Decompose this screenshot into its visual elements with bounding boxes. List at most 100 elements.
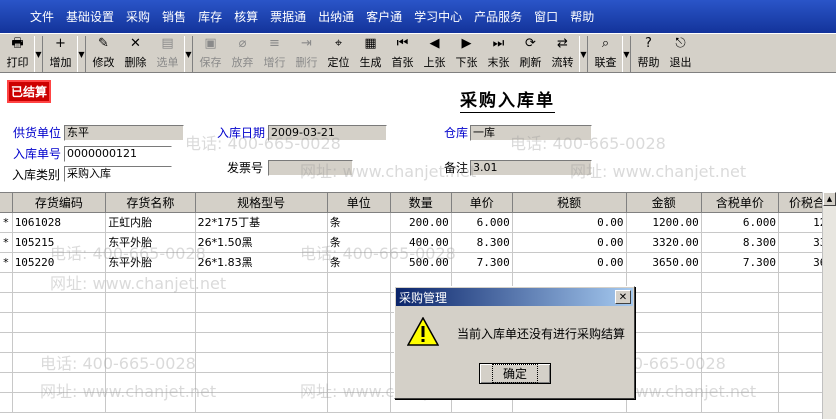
grid-cell-price[interactable]: 7.300 — [451, 252, 513, 273]
grid-cell-unit[interactable]: 条 — [327, 212, 391, 233]
grid-cell-empty[interactable] — [626, 332, 702, 353]
grid-cell-name[interactable]: 东平外胎 — [105, 252, 196, 273]
column-header[interactable]: 含税单价 — [701, 193, 780, 213]
grid-cell-empty[interactable] — [626, 392, 702, 413]
grid-cell-empty[interactable] — [626, 312, 702, 333]
prev-button[interactable]: ◀ 上张 — [419, 36, 450, 72]
grid-cell-amount[interactable]: 3320.00 — [626, 232, 702, 253]
grid-cell-empty[interactable] — [0, 392, 13, 413]
grid-cell-tax-price[interactable]: 6.000 — [701, 212, 780, 233]
column-header[interactable]: 单位 — [327, 193, 391, 213]
grid-cell-empty[interactable] — [327, 312, 391, 333]
discard-button[interactable]: ⌀ 放弃 — [227, 36, 258, 72]
grid-cell-empty[interactable] — [0, 292, 13, 313]
add-button[interactable]: + 增加 — [45, 36, 76, 72]
grid-cell-empty[interactable] — [0, 312, 13, 333]
grid-cell-amount[interactable]: 3650.00 — [626, 252, 702, 273]
grid-cell-spec[interactable]: 26*1.83黑 — [195, 252, 328, 273]
grid-cell-empty[interactable] — [701, 372, 780, 393]
dropdown-arrow-icon[interactable]: ▼ — [34, 36, 43, 72]
grid-cell-empty[interactable] — [12, 292, 107, 313]
grid-cell-empty[interactable] — [626, 272, 702, 293]
grid-cell-price[interactable]: 8.300 — [451, 232, 513, 253]
grid-cell-empty[interactable] — [327, 292, 391, 313]
grid-cell-amount[interactable]: 1200.00 — [626, 212, 702, 233]
table-row[interactable]: * 1061028 正虹内胎 22*175丁基条 200.00 6.000 0.00 1200… — [0, 212, 836, 233]
grid-cell-empty[interactable] — [701, 272, 780, 293]
close-icon[interactable]: ✕ — [615, 290, 631, 304]
grid-cell-qty[interactable]: 500.00 — [390, 252, 452, 273]
grid-cell-empty[interactable] — [327, 332, 391, 353]
grid-cell-qty[interactable]: 400.00 — [390, 232, 452, 253]
in-date-field[interactable]: 2009-03-21 — [268, 125, 387, 141]
grid-cell-empty[interactable] — [327, 272, 391, 293]
grid-cell-tax[interactable]: 0.00 — [512, 252, 627, 273]
grid-cell-empty[interactable] — [12, 392, 107, 413]
grid-cell-empty[interactable] — [12, 352, 107, 373]
menu-item[interactable]: 库存 — [198, 8, 222, 25]
column-header[interactable]: 存货名称 — [105, 193, 196, 213]
next-button[interactable]: ▶ 下张 — [451, 36, 482, 72]
grid-cell-empty[interactable] — [0, 352, 13, 373]
remark-field[interactable]: 3.01 — [470, 160, 592, 176]
grid-cell-empty[interactable] — [12, 312, 107, 333]
edit-button[interactable]: ✎ 修改 — [88, 36, 119, 72]
grid-cell-empty[interactable] — [0, 332, 13, 353]
grid-cell-spec[interactable]: 26*1.50黑 — [195, 232, 328, 253]
grid-cell-empty[interactable] — [701, 352, 780, 373]
grid-cell-unit[interactable]: 条 — [327, 252, 391, 273]
grid-cell-empty[interactable] — [327, 352, 391, 373]
grid-cell-code[interactable]: 105220 — [12, 252, 107, 273]
menu-item[interactable]: 票据通 — [270, 8, 306, 25]
grid-cell-price[interactable]: 6.000 — [451, 212, 513, 233]
add-row-button[interactable]: ≡ 增行 — [259, 36, 290, 72]
dropdown-arrow-icon[interactable]: ▼ — [622, 36, 631, 72]
type-field[interactable]: 采购入库 — [64, 166, 172, 182]
menu-item[interactable]: 基础设置 — [66, 8, 114, 25]
last-button[interactable]: ⏭ 末张 — [483, 36, 514, 72]
column-header[interactable]: 税额 — [512, 193, 627, 213]
delete-button[interactable]: ✕ 删除 — [120, 36, 151, 72]
grid-cell-empty[interactable] — [195, 372, 328, 393]
column-header[interactable]: 数量 — [390, 193, 452, 213]
menu-item[interactable]: 文件 — [30, 8, 54, 25]
select-button[interactable]: ▤ 选单 — [152, 36, 183, 72]
ok-button[interactable]: 确定 — [479, 363, 551, 384]
grid-cell-empty[interactable] — [195, 312, 328, 333]
grid-cell-empty[interactable] — [195, 272, 328, 293]
grid-cell-empty[interactable] — [195, 352, 328, 373]
grid-cell-empty[interactable] — [12, 372, 107, 393]
grid-cell-empty[interactable] — [12, 332, 107, 353]
grid-cell-tax-price[interactable]: 8.300 — [701, 232, 780, 253]
grid-cell-empty[interactable] — [626, 292, 702, 313]
help-button[interactable]: ? 帮助 — [633, 36, 664, 72]
menu-item[interactable]: 客户通 — [366, 8, 402, 25]
grid-cell-spec[interactable]: 22*175丁基 — [195, 212, 328, 233]
grid-cell-empty[interactable] — [12, 272, 107, 293]
grid-cell-empty[interactable] — [701, 312, 780, 333]
save-button[interactable]: ▣ 保存 — [195, 36, 226, 72]
grid-cell-empty[interactable] — [195, 332, 328, 353]
dialog-title-bar[interactable]: 采购管理 ✕ — [396, 288, 633, 306]
grid-cell-empty[interactable] — [0, 272, 13, 293]
grid-cell-empty[interactable] — [105, 332, 196, 353]
grid-cell-empty[interactable] — [105, 272, 196, 293]
table-row[interactable]: * 105220 东平外胎 26*1.83黑条 500.00 7.300 0.00 3650.… — [0, 252, 836, 273]
grid-cell-mark[interactable]: * — [0, 212, 13, 233]
grid-cell-code[interactable]: 1061028 — [12, 212, 107, 233]
first-button[interactable]: ⏮ 首张 — [387, 36, 418, 72]
grid-cell-empty[interactable] — [701, 332, 780, 353]
menu-item[interactable]: 采购 — [126, 8, 150, 25]
grid-cell-empty[interactable] — [701, 292, 780, 313]
grid-cell-empty[interactable] — [105, 292, 196, 313]
grid-cell-empty[interactable] — [105, 372, 196, 393]
vertical-scrollbar[interactable]: ▲ — [822, 192, 836, 419]
menu-item[interactable]: 出纳通 — [318, 8, 354, 25]
grid-cell-name[interactable]: 东平外胎 — [105, 232, 196, 253]
grid-cell-mark[interactable]: * — [0, 232, 13, 253]
menu-item[interactable]: 帮助 — [570, 8, 594, 25]
menu-item[interactable]: 窗口 — [534, 8, 558, 25]
dropdown-arrow-icon[interactable]: ▼ — [579, 36, 588, 72]
grid-cell-empty[interactable] — [105, 352, 196, 373]
grid-cell-tax-price[interactable]: 7.300 — [701, 252, 780, 273]
